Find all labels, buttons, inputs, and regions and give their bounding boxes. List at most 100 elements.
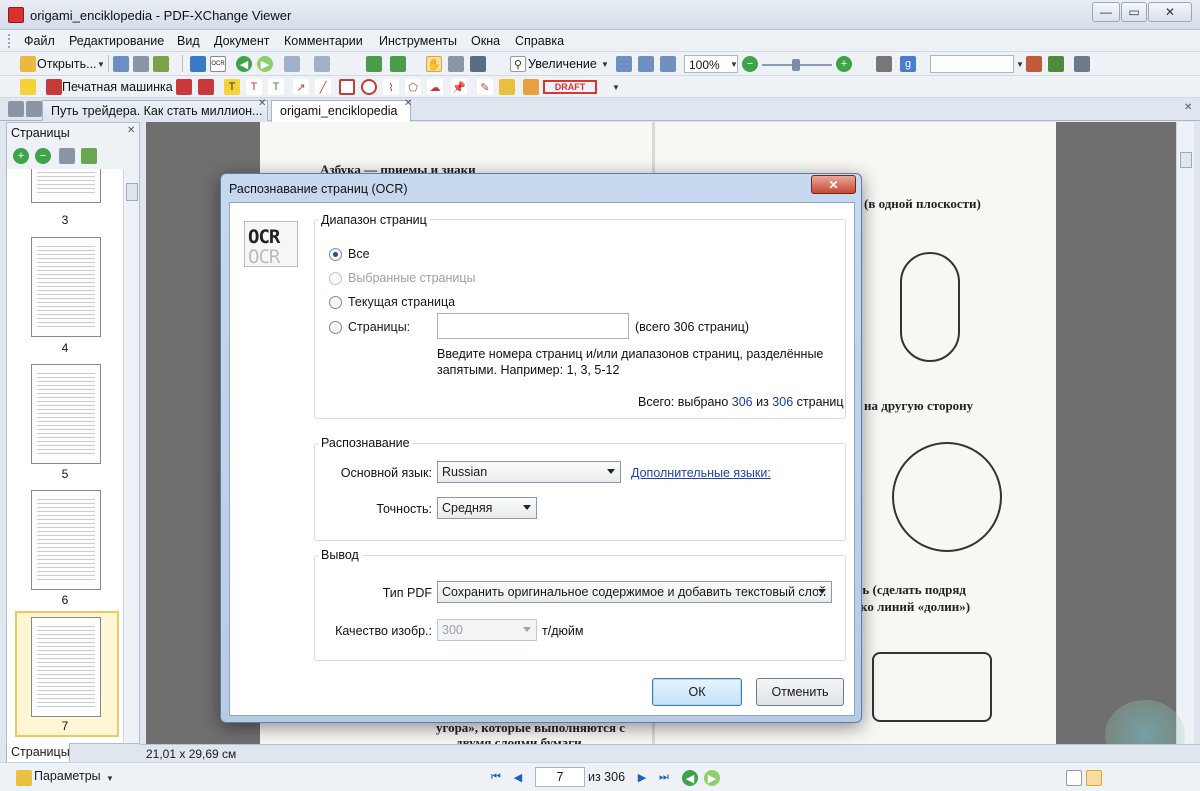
radio-pages[interactable]: [329, 320, 342, 334]
menu-view[interactable]: Вид: [177, 34, 200, 48]
params-button[interactable]: Параметры: [34, 769, 101, 783]
document-scroll-thumb[interactable]: [1180, 152, 1192, 168]
close-window-button[interactable]: ✕: [1148, 2, 1192, 22]
radio-pages-row[interactable]: Страницы:: [329, 320, 410, 334]
forward-icon[interactable]: ▶: [257, 56, 273, 72]
first-page-icon[interactable]: ⏮: [488, 769, 504, 785]
zoom-in-icon[interactable]: +: [836, 56, 852, 72]
callout-icon[interactable]: [198, 79, 214, 95]
thumbnail-scrollbar[interactable]: [123, 169, 139, 743]
oval-icon[interactable]: [361, 79, 377, 95]
cancel-button[interactable]: Отменить: [756, 678, 844, 706]
radio-current[interactable]: [329, 295, 342, 309]
open-icon[interactable]: [20, 56, 36, 72]
find-icon[interactable]: [876, 56, 892, 72]
document-scrollbar[interactable]: [1176, 122, 1194, 744]
open-dropdown-arrow[interactable]: ▼: [97, 60, 105, 69]
params-dropdown[interactable]: ▼: [106, 774, 114, 783]
page-thumbnail[interactable]: [31, 169, 101, 203]
zoom-tool-icon[interactable]: ⚲: [510, 56, 526, 72]
prev-page-icon[interactable]: ◀: [510, 769, 526, 785]
radio-all-row[interactable]: Все: [329, 247, 370, 261]
page-thumbnail[interactable]: [31, 364, 101, 464]
pdf-type-select[interactable]: Сохранить оригинальное содержимое и доба…: [437, 581, 832, 603]
thumb-zoom-in-icon[interactable]: +: [13, 148, 29, 164]
insert-pages-icon[interactable]: [81, 148, 97, 164]
zoom-slider-thumb[interactable]: [792, 59, 800, 71]
stamp-icon[interactable]: [523, 79, 539, 95]
back-icon[interactable]: ◀: [236, 56, 252, 72]
nav-forward-icon[interactable]: ▶: [704, 770, 720, 786]
menu-document[interactable]: Документ: [214, 34, 269, 48]
toolbar-grip[interactable]: [8, 34, 12, 48]
zoom-out-icon[interactable]: −: [742, 56, 758, 72]
continuous-page-icon[interactable]: [1086, 770, 1102, 786]
last-page-icon[interactable]: ⏭: [656, 769, 672, 785]
pages-panel-close-icon[interactable]: ✕: [127, 125, 135, 136]
find-next-icon[interactable]: [1048, 56, 1064, 72]
thumbnail-list[interactable]: 3 4 5 6 7: [7, 169, 123, 743]
rotate-icon[interactable]: [366, 56, 382, 72]
radio-current-row[interactable]: Текущая страница: [329, 295, 455, 309]
tab-close-icon[interactable]: ✕: [404, 98, 412, 109]
underline-icon[interactable]: T: [268, 79, 284, 95]
page-thumbnail[interactable]: [31, 237, 101, 337]
zoom-tool-dropdown[interactable]: ▼: [601, 60, 609, 69]
zoom-level-dropdown[interactable]: ▼: [730, 60, 738, 69]
search-input[interactable]: [930, 55, 1014, 73]
fit-page-icon[interactable]: [638, 56, 654, 72]
zoom-in-label[interactable]: Увеличение: [528, 57, 597, 71]
page-thumbnail[interactable]: [31, 490, 101, 590]
search-dropdown[interactable]: ▼: [1016, 60, 1024, 69]
tab-trader-book[interactable]: Путь трейдера. Как стать миллион...: [42, 100, 268, 121]
pin-icon[interactable]: 📌: [451, 79, 467, 95]
single-page-icon[interactable]: [1066, 770, 1082, 786]
cloud-icon[interactable]: ☁: [427, 79, 443, 95]
typewriter-label[interactable]: Печатная машинка: [62, 80, 173, 94]
menu-tools[interactable]: Инструменты: [379, 34, 457, 48]
redo-icon[interactable]: [314, 56, 330, 72]
nav-back-icon[interactable]: ◀: [682, 770, 698, 786]
rotate-page-icon[interactable]: [390, 56, 406, 72]
menu-comments[interactable]: Комментарии: [284, 34, 363, 48]
page-thumbnail-current[interactable]: [31, 617, 101, 717]
thumbnail-scroll-thumb[interactable]: [126, 183, 138, 201]
accuracy-select[interactable]: Средняя: [437, 497, 537, 519]
draft-stamp-preview[interactable]: DRAFT: [543, 80, 597, 94]
polyline-icon[interactable]: ⌇: [383, 79, 399, 95]
thumb-zoom-out-icon[interactable]: −: [35, 148, 51, 164]
next-page-icon[interactable]: ▶: [634, 769, 650, 785]
save-icon[interactable]: [113, 56, 129, 72]
line-icon[interactable]: ╱: [315, 79, 331, 95]
textbox-icon[interactable]: [176, 79, 192, 95]
menu-edit[interactable]: Редактирование: [69, 34, 164, 48]
panel-toggle-icon[interactable]: [8, 101, 24, 117]
undo-icon[interactable]: [284, 56, 300, 72]
open-button-label[interactable]: Открыть...: [37, 57, 97, 71]
highlight-text-icon[interactable]: T: [224, 79, 240, 95]
current-page-input[interactable]: 7: [535, 767, 585, 787]
strikeout-icon[interactable]: T: [246, 79, 262, 95]
ocr-icon[interactable]: OCR: [210, 56, 226, 72]
minimize-button[interactable]: —: [1092, 2, 1120, 22]
tools-options-icon[interactable]: [1074, 56, 1090, 72]
print-pages-icon[interactable]: [59, 148, 75, 164]
pages-bottom-tab[interactable]: Страницы: [6, 743, 70, 763]
email-icon[interactable]: [153, 56, 169, 72]
polygon-icon[interactable]: ⬠: [405, 79, 421, 95]
tab-list-icon[interactable]: [26, 101, 42, 117]
hand-tool-icon[interactable]: ✋: [426, 56, 442, 72]
menu-file[interactable]: Файл: [24, 34, 55, 48]
dialog-close-button[interactable]: ✕: [811, 175, 856, 194]
scan-icon[interactable]: [190, 56, 206, 72]
radio-all[interactable]: [329, 247, 342, 261]
arrow-icon[interactable]: ↗: [293, 79, 309, 95]
actual-size-icon[interactable]: [616, 56, 632, 72]
maximize-button[interactable]: ▭: [1121, 2, 1147, 22]
close-document-icon[interactable]: ✕: [1184, 102, 1192, 113]
extra-languages-link[interactable]: Дополнительные языки:: [631, 466, 771, 480]
ok-button[interactable]: ОК: [652, 678, 742, 706]
stamp-dropdown[interactable]: ▼: [612, 83, 620, 92]
pencil-icon[interactable]: ✎: [477, 79, 493, 95]
pages-range-input[interactable]: [437, 313, 629, 339]
